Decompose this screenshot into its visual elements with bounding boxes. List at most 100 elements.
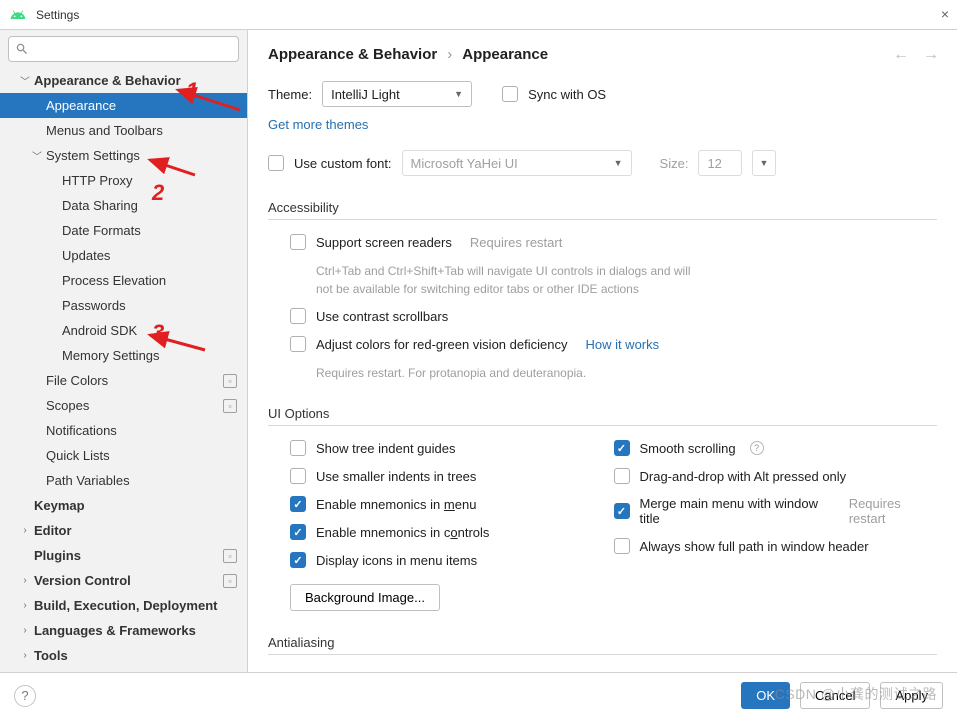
dnd-alt-label: Drag-and-drop with Alt pressed only	[640, 469, 847, 484]
back-icon[interactable]: ←	[893, 46, 909, 64]
tree-version-control[interactable]: ›Version Control▫	[0, 568, 247, 593]
restart-hint: Requires restart	[849, 496, 937, 526]
tree-tools[interactable]: ›Tools	[0, 643, 247, 668]
window-title: Settings	[36, 8, 79, 22]
main-panel: ← → Appearance & Behavior › Appearance T…	[248, 30, 957, 672]
settings-tree: ﹀Appearance & Behavior Appearance Menus …	[0, 68, 247, 672]
mnem-menu-checkbox[interactable]	[290, 496, 306, 512]
dialog-footer: ? OK Cancel Apply	[0, 672, 957, 718]
chevron-down-icon: ▼	[454, 89, 463, 99]
cancel-button[interactable]: Cancel	[800, 682, 870, 709]
how-it-works-link[interactable]: How it works	[585, 337, 659, 352]
tree-date-formats[interactable]: Date Formats	[0, 218, 247, 243]
merge-menu-label: Merge main menu with window title	[640, 496, 833, 526]
title-bar: Settings ×	[0, 0, 957, 30]
tree-languages[interactable]: ›Languages & Frameworks	[0, 618, 247, 643]
search-icon	[15, 42, 29, 56]
dnd-alt-checkbox[interactable]	[614, 468, 630, 484]
android-icon	[10, 7, 26, 23]
divider	[268, 425, 937, 426]
background-image-button[interactable]: Background Image...	[290, 584, 440, 611]
smooth-scroll-label: Smooth scrolling	[640, 441, 736, 456]
forward-icon[interactable]: →	[923, 46, 939, 64]
rg-hint: Requires restart. For protanopia and deu…	[290, 364, 937, 382]
screen-readers-label: Support screen readers	[316, 235, 452, 250]
help-button[interactable]: ?	[14, 685, 36, 707]
mnem-ctrl-label: Enable mnemonics in controls	[316, 525, 489, 540]
fullpath-label: Always show full path in window header	[640, 539, 869, 554]
tree-process-elevation[interactable]: Process Elevation	[0, 268, 247, 293]
divider	[268, 219, 937, 220]
mnem-menu-label: Enable mnemonics in menu	[316, 497, 476, 512]
tree-android-sdk[interactable]: Android SDK	[0, 318, 247, 343]
tree-indent-label: Show tree indent guides	[316, 441, 455, 456]
theme-label: Theme:	[268, 87, 312, 102]
project-badge-icon: ▫	[223, 574, 237, 588]
merge-menu-checkbox[interactable]	[614, 503, 630, 519]
tree-passwords[interactable]: Passwords	[0, 293, 247, 318]
contrast-scrollbars-checkbox[interactable]	[290, 308, 306, 324]
nav-arrows: ← →	[893, 46, 939, 64]
tree-indent-checkbox[interactable]	[290, 440, 306, 456]
sync-os-label: Sync with OS	[528, 87, 606, 102]
custom-font-label: Use custom font:	[294, 156, 392, 171]
rg-deficiency-checkbox[interactable]	[290, 336, 306, 352]
custom-font-checkbox[interactable]	[268, 155, 284, 171]
icons-menu-checkbox[interactable]	[290, 552, 306, 568]
tree-notifications[interactable]: Notifications	[0, 418, 247, 443]
breadcrumb: Appearance & Behavior › Appearance	[268, 46, 937, 63]
tree-data-sharing[interactable]: Data Sharing	[0, 193, 247, 218]
chevron-down-icon: ▼	[759, 158, 768, 168]
help-icon[interactable]: ?	[750, 441, 764, 455]
chevron-right-icon: ›	[447, 46, 452, 63]
font-size-value: 12	[707, 156, 721, 171]
breadcrumb-root: Appearance & Behavior	[268, 46, 437, 63]
apply-button[interactable]: Apply	[880, 682, 943, 709]
small-indent-checkbox[interactable]	[290, 468, 306, 484]
tree-appearance[interactable]: Appearance	[0, 93, 247, 118]
accessibility-heading: Accessibility	[268, 200, 937, 215]
tree-scopes[interactable]: Scopes▫	[0, 393, 247, 418]
rg-deficiency-label: Adjust colors for red-green vision defic…	[316, 337, 567, 352]
theme-select[interactable]: IntelliJ Light ▼	[322, 81, 472, 107]
project-badge-icon: ▫	[223, 374, 237, 388]
tree-editor[interactable]: ›Editor	[0, 518, 247, 543]
small-indent-label: Use smaller indents in trees	[316, 469, 476, 484]
fullpath-checkbox[interactable]	[614, 538, 630, 554]
project-badge-icon: ▫	[223, 399, 237, 413]
font-size-stepper[interactable]: ▼	[752, 150, 776, 176]
smooth-scroll-checkbox[interactable]	[614, 440, 630, 456]
contrast-scrollbars-label: Use contrast scrollbars	[316, 309, 448, 324]
font-size-label: Size:	[660, 156, 689, 171]
ok-button[interactable]: OK	[741, 682, 790, 709]
screen-readers-checkbox[interactable]	[290, 234, 306, 250]
ui-options-heading: UI Options	[268, 406, 937, 421]
tree-system-settings[interactable]: ﹀System Settings	[0, 143, 247, 168]
antialiasing-heading: Antialiasing	[268, 635, 937, 650]
font-family-select[interactable]: Microsoft YaHei UI ▼	[402, 150, 632, 176]
tree-quick-lists[interactable]: Quick Lists	[0, 443, 247, 468]
sidebar: ﹀Appearance & Behavior Appearance Menus …	[0, 30, 248, 672]
tree-keymap[interactable]: Keymap	[0, 493, 247, 518]
mnem-ctrl-checkbox[interactable]	[290, 524, 306, 540]
sync-os-checkbox[interactable]	[502, 86, 518, 102]
divider	[268, 654, 937, 655]
tree-file-colors[interactable]: File Colors▫	[0, 368, 247, 393]
tree-appearance-behavior[interactable]: ﹀Appearance & Behavior	[0, 68, 247, 93]
font-size-input[interactable]: 12	[698, 150, 742, 176]
screen-readers-hint: Ctrl+Tab and Ctrl+Shift+Tab will navigat…	[290, 262, 710, 298]
tree-path-variables[interactable]: Path Variables	[0, 468, 247, 493]
get-more-themes-link[interactable]: Get more themes	[268, 117, 937, 132]
tree-plugins[interactable]: Plugins▫	[0, 543, 247, 568]
tree-build[interactable]: ›Build, Execution, Deployment	[0, 593, 247, 618]
tree-updates[interactable]: Updates	[0, 243, 247, 268]
search-input[interactable]	[8, 36, 239, 62]
theme-value: IntelliJ Light	[331, 87, 400, 102]
icons-menu-label: Display icons in menu items	[316, 553, 477, 568]
tree-memory-settings[interactable]: Memory Settings	[0, 343, 247, 368]
close-icon[interactable]: ×	[941, 6, 949, 22]
tree-http-proxy[interactable]: HTTP Proxy	[0, 168, 247, 193]
search-field[interactable]	[33, 42, 232, 56]
tree-menus-toolbars[interactable]: Menus and Toolbars	[0, 118, 247, 143]
restart-hint: Requires restart	[470, 235, 562, 250]
